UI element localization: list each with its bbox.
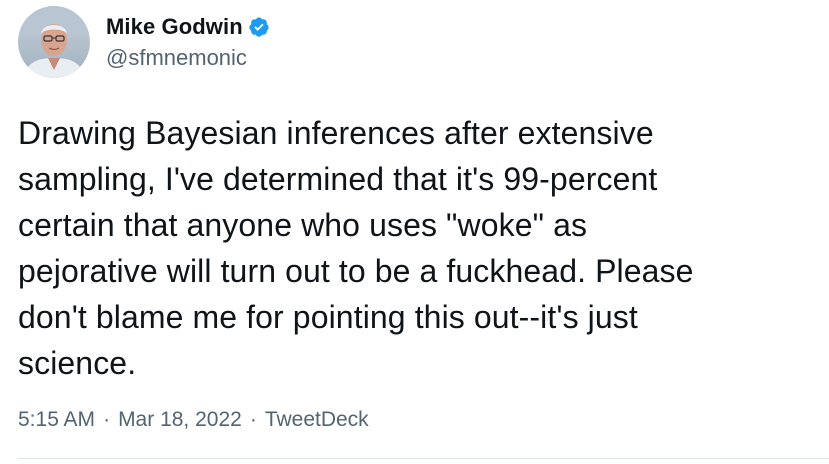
tweet-card: Mike Godwin @sfmnemonic Drawing Bayesian… bbox=[0, 0, 829, 464]
name-row: Mike Godwin bbox=[106, 12, 270, 42]
tweet-text: Drawing Bayesian inferences after extens… bbox=[18, 115, 694, 381]
author-handle[interactable]: @sfmnemonic bbox=[106, 45, 270, 71]
divider bbox=[18, 458, 829, 459]
tweet-meta: 5:15 AM · Mar 18, 2022 · TweetDeck bbox=[18, 408, 369, 432]
avatar[interactable] bbox=[18, 6, 90, 78]
tweet-date[interactable]: Mar 18, 2022 bbox=[118, 408, 242, 432]
verified-badge-icon bbox=[248, 16, 270, 38]
separator: · bbox=[249, 408, 257, 431]
tweet-time[interactable]: 5:15 AM bbox=[18, 408, 95, 432]
author-display-name[interactable]: Mike Godwin bbox=[106, 14, 243, 40]
profile-photo-icon bbox=[18, 6, 90, 78]
tweet-header: Mike Godwin @sfmnemonic bbox=[18, 6, 270, 78]
author-names: Mike Godwin @sfmnemonic bbox=[106, 12, 270, 71]
separator: · bbox=[103, 408, 111, 431]
tweet-source[interactable]: TweetDeck bbox=[265, 408, 369, 432]
